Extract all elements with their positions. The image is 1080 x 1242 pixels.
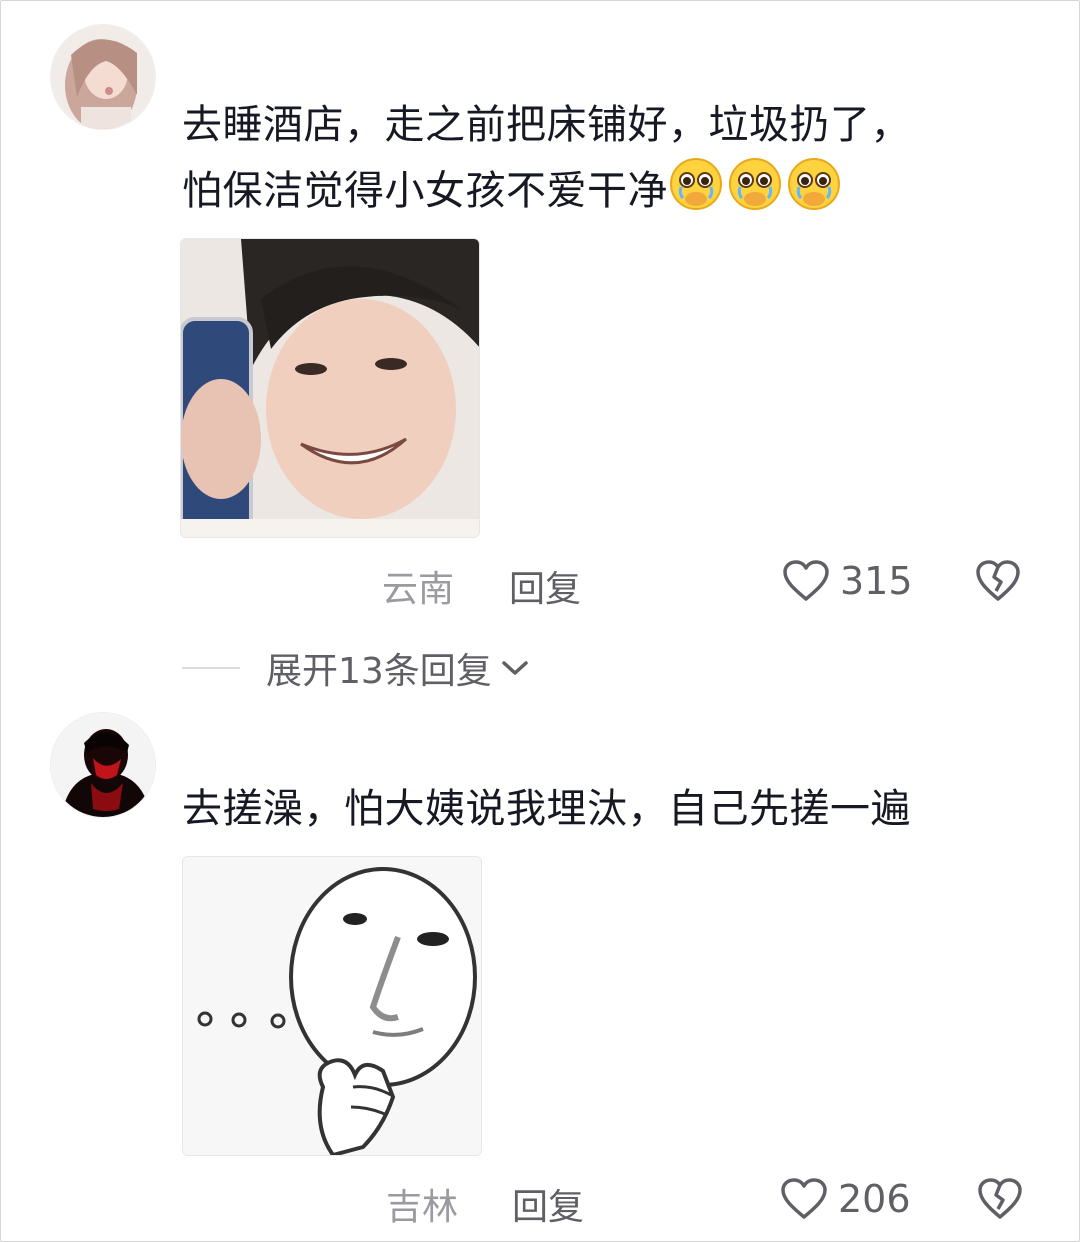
comment-text: 去睡酒店，走之前把床铺好，垃圾扔了， 怕保洁觉得小女孩不爱干净 [182, 94, 1022, 230]
divider [182, 667, 240, 669]
comment-line: 去睡酒店，走之前把床铺好，垃圾扔了， [182, 102, 911, 148]
like-button[interactable]: 206 [780, 1175, 911, 1223]
comment-location: 吉林 [386, 1187, 459, 1228]
pleading-crying-face-icon [670, 158, 722, 210]
comment-text: 去搓澡，怕大姨说我埋汰，自己先搓一遍 [182, 778, 1022, 840]
avatar[interactable] [50, 24, 156, 130]
heart-icon [783, 560, 829, 601]
comment-line: 去搓澡，怕大姨说我埋汰，自己先搓一遍 [182, 786, 911, 832]
avatar[interactable] [50, 712, 156, 818]
like-count: 315 [840, 559, 913, 603]
expand-replies-button[interactable]: 展开13条回复 [182, 640, 530, 696]
sticker-image[interactable] [180, 238, 480, 538]
expand-replies-label: 展开13条回复 [266, 651, 492, 692]
pleading-crying-face-icon [729, 158, 781, 210]
reply-button[interactable]: 回复 [512, 1178, 584, 1230]
heart-icon [781, 1178, 827, 1219]
chevron-down-icon [502, 661, 528, 675]
emoji-group [668, 156, 845, 230]
comment-line: 怕保洁觉得小女孩不爱干净 [182, 156, 1022, 230]
comment-line-text: 怕保洁觉得小女孩不爱干净 [182, 168, 668, 214]
broken-heart-icon[interactable] [974, 557, 1022, 605]
broken-heart-icon[interactable] [976, 1175, 1024, 1223]
reply-button[interactable]: 回复 [509, 560, 581, 612]
like-button[interactable]: 315 [782, 557, 913, 605]
sticker-image[interactable] [182, 856, 482, 1156]
pleading-crying-face-icon [788, 158, 840, 210]
like-count: 206 [838, 1177, 911, 1221]
comment-location: 云南 [382, 569, 455, 610]
